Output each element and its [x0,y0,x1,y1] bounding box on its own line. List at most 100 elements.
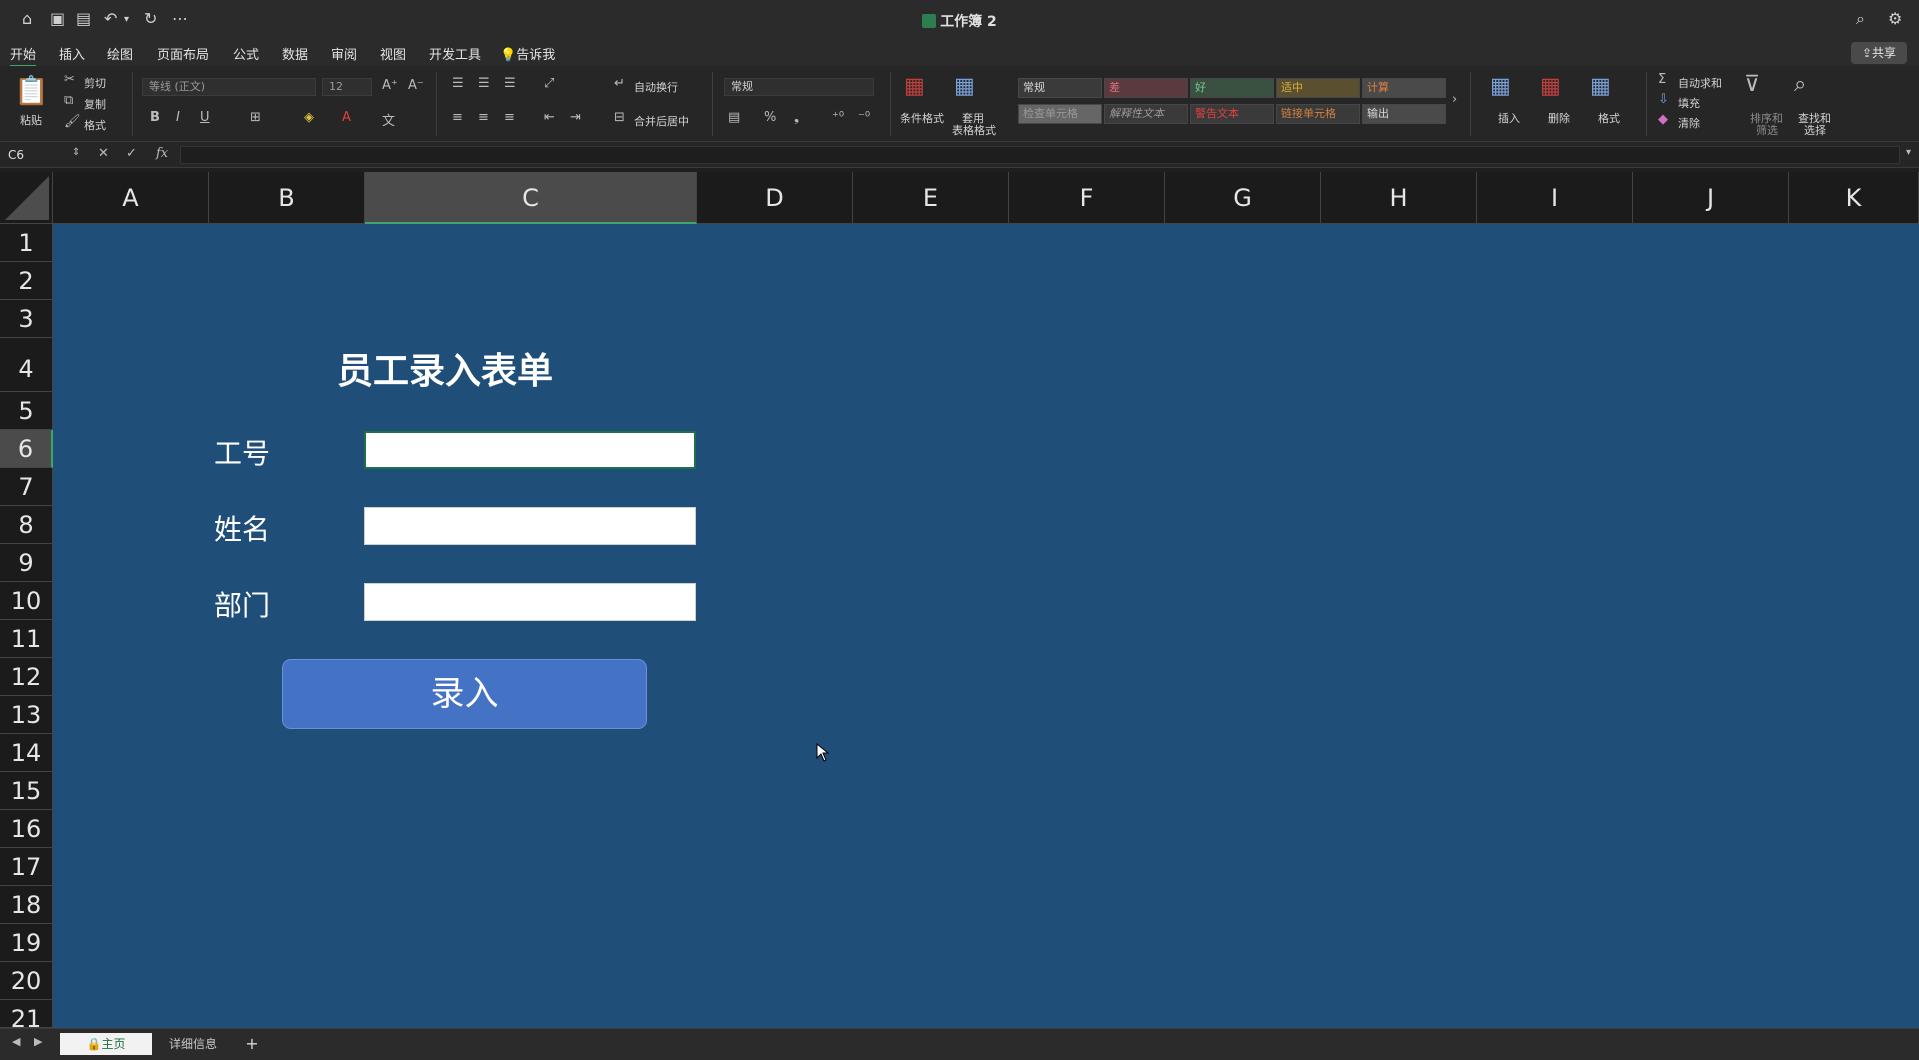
decrease-indent-icon[interactable]: ⇤ [544,110,555,125]
row-header-7[interactable]: 7 [0,468,53,506]
italic-icon[interactable]: I [176,110,180,125]
add-sheet-button[interactable]: + [240,1033,264,1055]
decrease-font-icon[interactable]: A⁻ [408,78,424,93]
table-format-icon[interactable]: ▦ [954,74,975,99]
percent-icon[interactable]: % [764,110,776,125]
merge-center-button[interactable]: 合并后居中 [634,113,689,129]
cut-button[interactable]: 剪切 [84,75,106,91]
column-header-e[interactable]: E [853,172,1009,224]
borders-icon[interactable]: ⊞ [250,110,261,125]
autosum-icon[interactable]: Σ [1658,72,1666,87]
comma-icon[interactable]: ❟ [794,110,799,125]
submit-button[interactable]: 录入 [282,659,647,729]
tab-page-layout[interactable]: 页面布局 [157,44,209,63]
style-explanatory[interactable]: 解释性文本 [1104,104,1188,124]
align-left-icon[interactable]: ≡ [452,110,463,125]
name-input[interactable] [364,507,696,545]
conditional-format-button[interactable]: 条件格式 [900,110,944,126]
name-box[interactable]: C6 [4,146,80,164]
tab-developer[interactable]: 开发工具 [429,44,481,63]
account-icon[interactable]: ⚙ [1888,9,1902,28]
autosum-button[interactable]: 自动求和 [1678,75,1722,91]
format-cells-icon[interactable]: ▦ [1590,74,1611,99]
clear-button[interactable]: 清除 [1678,115,1700,131]
sort-filter-icon[interactable]: ⊽ [1744,72,1760,97]
row-header-15[interactable]: 15 [0,772,53,810]
style-calculation[interactable]: 计算 [1362,78,1446,98]
format-cells-button[interactable]: 格式 [1598,110,1620,126]
align-center-icon[interactable]: ≡ [478,110,489,125]
row-header-5[interactable]: 5 [0,392,53,430]
column-header-j[interactable]: J [1633,172,1789,224]
department-input[interactable] [364,583,696,621]
orientation-icon[interactable]: ⤢ [544,76,554,91]
style-good[interactable]: 好 [1190,78,1274,98]
row-header-19[interactable]: 19 [0,924,53,962]
style-bad[interactable]: 差 [1104,78,1188,98]
row-header-4[interactable]: 4 [0,338,53,392]
fill-icon[interactable]: ⇩ [1658,92,1669,107]
conditional-format-icon[interactable]: ▦ [904,74,925,99]
fill-button[interactable]: 填充 [1678,95,1700,111]
merge-icon[interactable]: ⊟ [614,110,625,125]
row-header-18[interactable]: 18 [0,886,53,924]
name-box-stepper-icon[interactable]: ⇕ [72,147,80,158]
next-sheet-icon[interactable]: ▶ [34,1035,42,1048]
row-header-12[interactable]: 12 [0,658,53,696]
insert-cells-icon[interactable]: ▦ [1490,74,1511,99]
select-all-corner[interactable] [0,172,53,224]
style-warning[interactable]: 警告文本 [1190,104,1274,124]
row-header-8[interactable]: 8 [0,506,53,544]
tab-review[interactable]: 审阅 [331,44,357,63]
row-header-9[interactable]: 9 [0,544,53,582]
row-header-1[interactable]: 1 [0,224,53,262]
row-header-2[interactable]: 2 [0,262,53,300]
clear-icon[interactable]: ◆ [1658,112,1668,127]
prev-sheet-icon[interactable]: ◀ [12,1035,20,1048]
enter-icon[interactable]: ✓ [126,146,137,161]
expand-formula-icon[interactable]: ▾ [1906,147,1911,158]
style-normal[interactable]: 常规 [1018,78,1102,98]
row-header-11[interactable]: 11 [0,620,53,658]
cut-icon[interactable]: ✂ [64,72,75,87]
fill-color-icon[interactable]: ◈ [304,110,314,125]
column-header-f[interactable]: F [1009,172,1165,224]
find-select-icon[interactable]: ⌕ [1794,72,1806,97]
delete-cells-icon[interactable]: ▦ [1540,74,1561,99]
underline-icon[interactable]: U [200,110,210,125]
column-header-k[interactable]: K [1789,172,1919,224]
font-size-select[interactable]: 12 [322,78,372,96]
row-header-3[interactable]: 3 [0,300,53,338]
tab-formulas[interactable]: 公式 [233,44,259,63]
align-right-icon[interactable]: ≡ [504,110,515,125]
column-header-g[interactable]: G [1165,172,1321,224]
sheet-tab-home[interactable]: 🔒主页 [60,1033,152,1055]
search-icon[interactable]: ⌕ [1856,9,1865,29]
copy-button[interactable]: 复制 [84,96,106,112]
tell-me[interactable]: 💡告诉我 [500,44,555,63]
find-select-button-line2[interactable]: 选择 [1804,122,1826,138]
format-painter-button[interactable]: 格式 [84,117,106,133]
sort-filter-button-line2[interactable]: 筛选 [1756,122,1778,138]
tab-data[interactable]: 数据 [282,44,308,63]
row-header-20[interactable]: 20 [0,962,53,1000]
number-format-select[interactable]: 常规 [724,78,874,96]
wrap-text-button[interactable]: 自动换行 [634,79,678,95]
paste-button[interactable]: 粘贴 [20,112,42,128]
increase-font-icon[interactable]: A⁺ [382,78,398,93]
column-header-h[interactable]: H [1321,172,1477,224]
row-header-6[interactable]: 6 [0,430,53,468]
decrease-decimal-icon[interactable]: ⁻⁰ [858,110,870,125]
column-header-b[interactable]: B [209,172,365,224]
row-header-21[interactable]: 21 [0,1000,53,1028]
table-format-button-line2[interactable]: 表格格式 [952,122,996,138]
row-header-17[interactable]: 17 [0,848,53,886]
tab-draw[interactable]: 绘图 [107,44,133,63]
column-header-a[interactable]: A [53,172,209,224]
tab-home[interactable]: 开始 [10,44,37,67]
align-middle-icon[interactable]: ☰ [478,76,490,91]
styles-more-icon[interactable]: › [1452,92,1457,107]
tab-view[interactable]: 视图 [380,44,406,63]
formula-input[interactable] [180,146,1900,164]
column-header-i[interactable]: I [1477,172,1633,224]
